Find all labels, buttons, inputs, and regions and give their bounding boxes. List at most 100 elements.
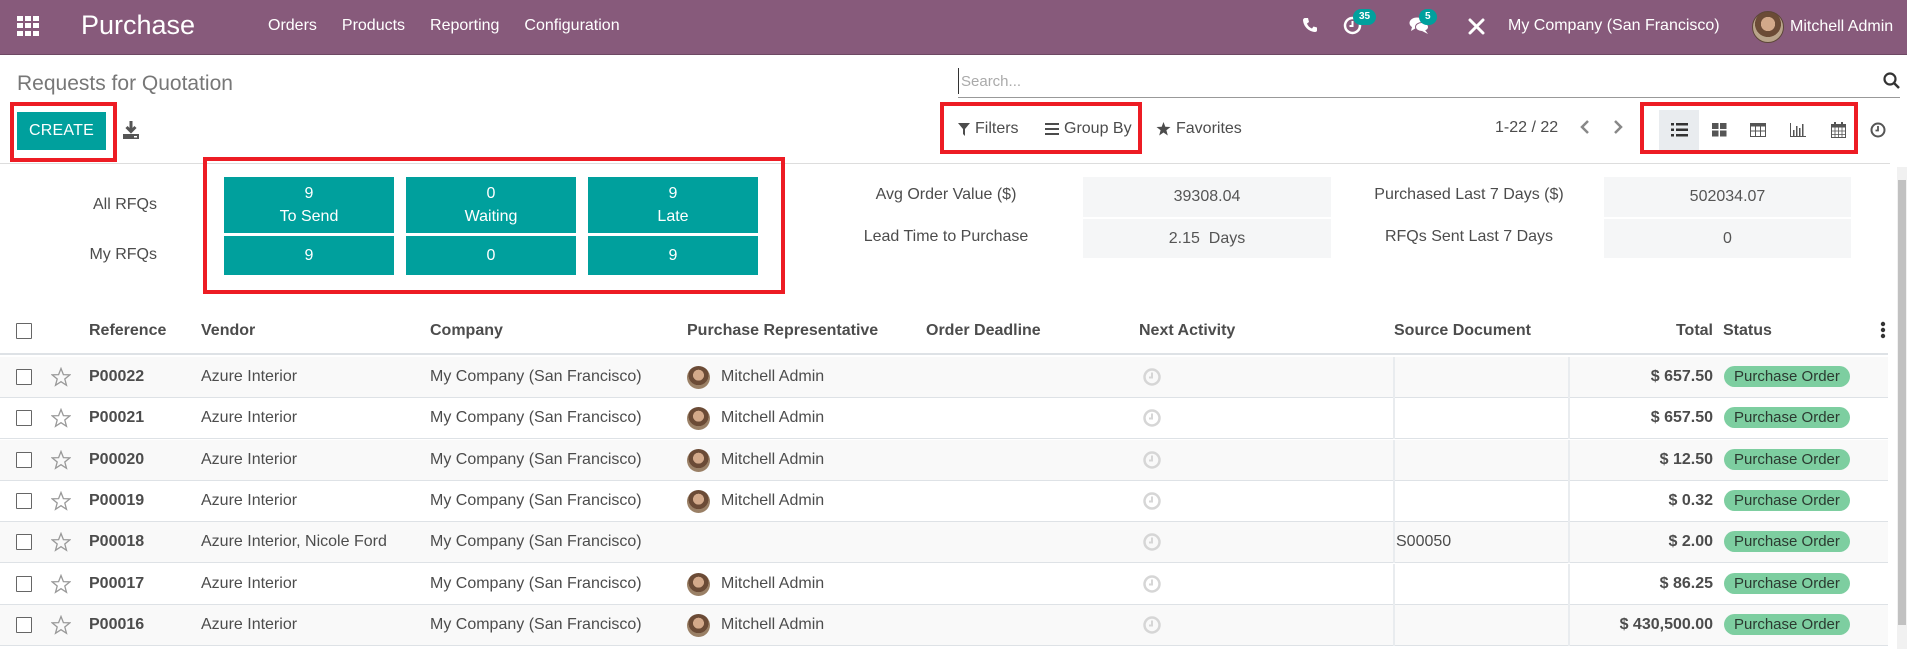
apps-menu-icon[interactable] [17, 16, 39, 36]
row-checkbox[interactable] [16, 492, 32, 509]
tile-my-to-send[interactable]: 9 [224, 236, 394, 275]
cell-purchase-representative: Mitchell Admin [721, 368, 825, 385]
tile-count: 0 [486, 247, 496, 264]
view-list-button[interactable] [1659, 110, 1699, 150]
cell-vendor: Azure Interior [201, 574, 298, 592]
cell-purchase-representative: Mitchell Admin [721, 409, 825, 427]
cell-vendor: Azure Interior, Nicole Ford [201, 533, 387, 551]
stat-value-avg-order: 39308.04 [1083, 177, 1331, 217]
phone-icon[interactable] [1302, 17, 1318, 38]
optional-columns-icon[interactable] [1880, 321, 1886, 339]
column-order-deadline[interactable]: Order Deadline [926, 322, 1041, 340]
cell-company: My Company (San Francisco) [430, 491, 642, 509]
pager-next-button[interactable] [1612, 119, 1624, 140]
rep-avatar [687, 448, 710, 472]
tile-my-late[interactable]: 9 [588, 236, 758, 275]
table-row[interactable]: P00021 Azure Interior My Company (San Fran… [0, 398, 1888, 440]
activity-clock-icon[interactable] [1143, 533, 1161, 551]
table-row[interactable]: P00018 Azure Interior, Nicole Ford My Comp… [0, 522, 1888, 564]
table-row[interactable]: P00017 Azure Interior My Company (San Fran… [0, 563, 1888, 605]
activity-clock-icon[interactable] [1143, 616, 1161, 634]
status-badge: Purchase Order [1724, 572, 1850, 594]
pager-previous-button[interactable] [1579, 119, 1591, 140]
star-icon[interactable] [50, 490, 72, 511]
star-icon[interactable] [50, 366, 72, 387]
filters-button[interactable]: Filters [958, 120, 1019, 138]
row-checkbox[interactable] [16, 410, 32, 427]
cell-total: $ 657.50 [1650, 409, 1713, 427]
activity-clock-icon[interactable]: 35 [1343, 9, 1377, 40]
select-all-checkbox[interactable] [16, 323, 32, 339]
star-icon[interactable] [50, 573, 72, 594]
group-by-button[interactable]: Group By [1045, 120, 1132, 138]
table-row[interactable]: P00022 Azure Interior My Company (San Fran… [0, 357, 1888, 398]
tile-all-late[interactable]: 9 Late [588, 177, 758, 233]
row-checkbox[interactable] [16, 575, 32, 592]
column-status[interactable]: Status [1723, 322, 1772, 340]
view-kanban-button[interactable] [1699, 110, 1739, 150]
app-brand[interactable]: Purchase [81, 10, 195, 41]
chat-icon[interactable]: 5 [1409, 9, 1437, 40]
row-checkbox[interactable] [16, 534, 32, 551]
download-icon[interactable] [122, 120, 140, 140]
star-icon[interactable] [50, 531, 72, 552]
top-navbar: Purchase Orders Products Reporting Confi… [0, 0, 1907, 55]
menu-reporting[interactable]: Reporting [430, 17, 499, 35]
cell-vendor: Azure Interior [201, 409, 298, 427]
rep-avatar [687, 407, 710, 431]
company-switcher[interactable]: My Company (San Francisco) [1508, 17, 1720, 35]
row-checkbox[interactable] [16, 369, 32, 385]
search-input[interactable] [958, 68, 1858, 94]
tile-all-waiting[interactable]: 0 Waiting [406, 177, 576, 233]
table-grid-icon [1750, 123, 1766, 137]
star-icon[interactable] [50, 449, 72, 470]
cell-reference: P00016 [89, 615, 145, 633]
column-next-activity[interactable]: Next Activity [1139, 322, 1235, 340]
menu-configuration[interactable]: Configuration [524, 17, 619, 35]
tools-icon[interactable] [1468, 18, 1485, 40]
view-activity-button[interactable] [1858, 110, 1898, 150]
table-header: Reference Vendor Company Purchase Repres… [0, 307, 1888, 355]
column-company[interactable]: Company [430, 322, 503, 340]
column-separator [1393, 480, 1395, 522]
favorites-button[interactable]: Favorites [1156, 120, 1242, 138]
filter-icon [958, 122, 970, 136]
search-icon[interactable] [1883, 72, 1900, 89]
tile-all-to-send[interactable]: 9 To Send [224, 177, 394, 233]
table-row[interactable]: P00019 Azure Interior My Company (San Fran… [0, 480, 1888, 522]
activity-clock-icon[interactable] [1143, 492, 1161, 510]
activity-clock-icon[interactable] [1143, 450, 1161, 469]
column-reference[interactable]: Reference [89, 322, 166, 340]
user-menu[interactable]: Mitchell Admin [1752, 11, 1893, 43]
cell-company: My Company (San Francisco) [430, 409, 642, 427]
status-badge: Purchase Order [1724, 489, 1850, 511]
table-row[interactable]: P00020 Azure Interior My Company (San Fran… [0, 439, 1888, 481]
create-button[interactable]: CREATE [17, 112, 106, 150]
scrollbar-thumb[interactable] [1898, 180, 1906, 625]
pager-value[interactable]: 1-22 / 22 [1495, 119, 1558, 137]
menu-products[interactable]: Products [342, 17, 405, 35]
stat-value-lead-time: 2.15 Days [1083, 219, 1331, 258]
star-icon[interactable] [50, 614, 72, 635]
tile-my-waiting[interactable]: 0 [406, 236, 576, 275]
row-checkbox[interactable] [16, 616, 32, 633]
column-vendor[interactable]: Vendor [201, 322, 255, 340]
kanban-icon [1711, 123, 1726, 137]
filters-label: Filters [975, 120, 1019, 137]
cell-total: $ 86.25 [1659, 574, 1713, 592]
cell-purchase-representative: Mitchell Admin [721, 615, 825, 633]
activity-clock-icon[interactable] [1143, 574, 1161, 593]
view-graph-button[interactable] [1778, 110, 1818, 150]
view-pivot-button[interactable] [1738, 110, 1778, 150]
row-checkbox[interactable] [16, 451, 32, 468]
view-calendar-button[interactable] [1818, 110, 1858, 150]
table-row[interactable]: P00016 Azure Interior My Company (San Fran… [0, 604, 1888, 646]
column-purchase-representative[interactable]: Purchase Representative [687, 322, 878, 340]
column-source-document[interactable]: Source Document [1394, 322, 1531, 340]
activity-clock-icon[interactable] [1143, 409, 1161, 428]
column-total[interactable]: Total [1533, 322, 1713, 340]
star-icon[interactable] [50, 408, 72, 429]
stat-value-purchased-7d: 502034.07 [1604, 177, 1851, 217]
activity-clock-icon[interactable] [1143, 368, 1161, 386]
menu-orders[interactable]: Orders [268, 17, 317, 35]
